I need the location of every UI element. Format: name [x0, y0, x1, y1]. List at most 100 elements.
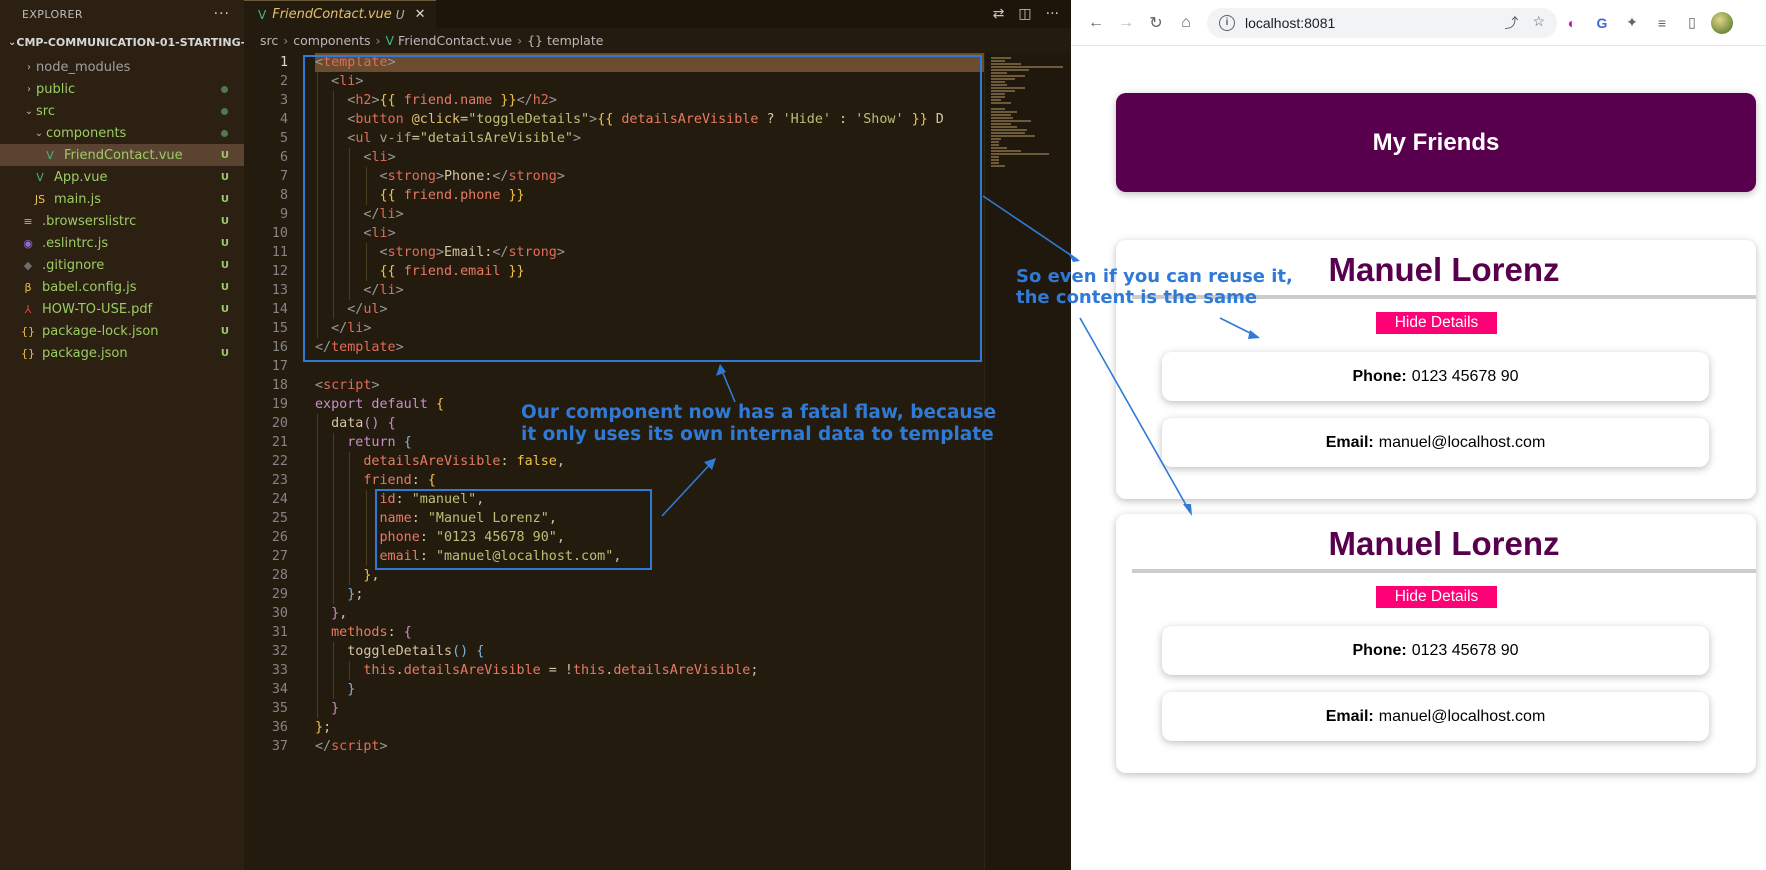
file-item[interactable]: ◆ .gitignore U [0, 254, 244, 276]
code-token: "manuel@localhost.com" [435, 549, 614, 564]
code-line[interactable]: 32 toggleDetails() { [244, 642, 1071, 661]
file-item[interactable]: V App.vue U [0, 166, 244, 188]
folder-item[interactable]: ⌄ components [0, 122, 244, 144]
phone-value: 0123 45678 90 [1411, 367, 1519, 385]
file-label: FriendContact.vue [64, 147, 183, 163]
code-token: : [411, 511, 428, 526]
code-line[interactable]: 30 }, [244, 604, 1071, 623]
line-number: 34 [271, 682, 288, 697]
info-icon[interactable]: i [1219, 14, 1235, 31]
code-line[interactable]: 23 friend: { [244, 471, 1071, 490]
folder-item[interactable]: ⌄ src [0, 100, 244, 122]
file-item[interactable]: JS main.js U [0, 188, 244, 210]
code-line[interactable]: 16 </template> [244, 338, 1071, 357]
code-line[interactable]: 7 <strong>Phone:</strong> [244, 167, 1071, 186]
code-line[interactable]: 28 }, [244, 566, 1071, 585]
split-editor-icon[interactable]: ◫ [1018, 6, 1031, 22]
code-line[interactable]: 33 this.detailsAreVisible = !this.detail… [244, 661, 1071, 680]
code-line[interactable]: 26 phone: "0123 45678 90", [244, 528, 1071, 547]
code-token: "detailsAreVisible" [419, 131, 573, 146]
code-token: 'Hide' [782, 112, 831, 127]
code-text: }; [315, 585, 363, 604]
forward-icon[interactable]: → [1111, 14, 1141, 32]
home-icon[interactable]: ⌂ [1171, 14, 1201, 32]
breadcrumb-item[interactable]: src [260, 33, 278, 48]
code-line[interactable]: 12 {{ friend.email }} [244, 262, 1071, 281]
breadcrumb-item[interactable]: components [293, 33, 370, 48]
tab-friendcontact-vue[interactable]: V FriendContact.vue U ✕ [244, 0, 436, 28]
code-line[interactable]: 4 <button @click="toggleDetails">{{ deta… [244, 110, 1071, 129]
code-line[interactable]: 15 </li> [244, 319, 1071, 338]
project-root[interactable]: ⌄ CMP-COMMUNICATION-01-STARTING-S... [0, 28, 244, 56]
code-token: script [323, 378, 372, 393]
file-item[interactable]: ⅄ HOW-TO-USE.pdf U [0, 298, 244, 320]
line-number: 36 [271, 720, 288, 735]
sidepanel-icon[interactable]: ▯ [1677, 14, 1707, 31]
code-line[interactable]: 14 </ul> [244, 300, 1071, 319]
code-line[interactable]: 13 </li> [244, 281, 1071, 300]
code-line[interactable]: 17 [244, 357, 1071, 376]
code-line[interactable]: 31 methods: { [244, 623, 1071, 642]
close-icon[interactable]: ✕ [415, 7, 426, 22]
code-line[interactable]: 36}; [244, 718, 1071, 737]
code-line[interactable]: 22 detailsAreVisible: false, [244, 452, 1071, 471]
code-token: false [516, 454, 557, 469]
project-name: CMP-COMMUNICATION-01-STARTING-S... [16, 35, 244, 49]
back-icon[interactable]: ← [1081, 14, 1111, 32]
folder-item[interactable]: › public [0, 78, 244, 100]
code-token: }} [903, 112, 928, 127]
puzzle-icon[interactable]: ✦ [1617, 14, 1647, 31]
code-text: <strong>Email:</strong> [315, 243, 565, 262]
file-item[interactable]: β babel.config.js U [0, 276, 244, 298]
code-line[interactable]: 24 id: "manuel", [244, 490, 1071, 509]
toggle-details-button[interactable]: Hide Details [1376, 586, 1497, 608]
file-item[interactable]: {} package-lock.json U [0, 320, 244, 342]
breadcrumb-item[interactable]: FriendContact.vue [398, 33, 512, 48]
more-actions-icon[interactable]: ··· [1046, 6, 1059, 22]
code-line[interactable]: 18 <script> [244, 376, 1071, 395]
star-icon[interactable]: ☆ [1532, 13, 1545, 33]
code-token: : [831, 112, 856, 127]
toggle-details-button[interactable]: Hide Details [1376, 312, 1497, 334]
share-icon[interactable]: ⤴ [1504, 13, 1518, 33]
code-line[interactable]: 9 </li> [244, 205, 1071, 224]
code-line[interactable]: 8 {{ friend.phone }} [244, 186, 1071, 205]
git-status-badge: U [220, 325, 229, 337]
code-line[interactable]: 27 email: "manuel@localhost.com", [244, 547, 1071, 566]
file-item[interactable]: {} package.json U [0, 342, 244, 364]
code-line[interactable]: 37 </script> [244, 737, 1071, 756]
code-line[interactable]: 25 name: "Manuel Lorenz", [244, 509, 1071, 528]
code-token: , [613, 549, 622, 564]
code-line[interactable]: 1 <template> [244, 53, 1071, 72]
breadcrumb-item[interactable]: {} template [527, 33, 603, 48]
translate-icon[interactable]: G [1587, 15, 1617, 31]
code-line[interactable]: 3 <h2>{{ friend.name }}</h2> [244, 91, 1071, 110]
code-line[interactable]: 34 } [244, 680, 1071, 699]
code-line[interactable]: 10 <li> [244, 224, 1071, 243]
code-line[interactable]: 35 } [244, 699, 1071, 718]
code-line[interactable]: 11 <strong>Email:</strong> [244, 243, 1071, 262]
code-token: > [363, 321, 372, 336]
code-token: email [379, 549, 420, 564]
minimap[interactable] [984, 53, 1071, 870]
code-line[interactable]: 2 <li> [244, 72, 1071, 91]
extension-icon[interactable]: ◐ [1557, 15, 1587, 31]
reload-icon[interactable]: ↻ [1141, 13, 1171, 33]
compare-changes-icon[interactable]: ⇄ [993, 6, 1005, 22]
folder-item[interactable]: › node_modules [0, 56, 244, 78]
media-icon[interactable]: ≡ [1647, 15, 1677, 31]
line-number: 9 [279, 207, 288, 222]
file-item[interactable]: V FriendContact.vue U [0, 144, 244, 166]
file-item[interactable]: ≡ .browserslistrc U [0, 210, 244, 232]
code-token: < [379, 169, 388, 184]
more-actions-icon[interactable]: ··· [214, 6, 230, 22]
avatar[interactable] [1711, 11, 1733, 34]
code-line[interactable]: 6 <li> [244, 148, 1071, 167]
code-line[interactable]: 29 }; [244, 585, 1071, 604]
code-token: li [379, 283, 396, 298]
code-line[interactable]: 5 <ul v-if="detailsAreVisible"> [244, 129, 1071, 148]
file-item[interactable]: ◉ .eslintrc.js U [0, 232, 244, 254]
code-token: , [556, 530, 565, 545]
address-bar[interactable]: i localhost:8081 ⤴ ☆ [1207, 7, 1557, 38]
